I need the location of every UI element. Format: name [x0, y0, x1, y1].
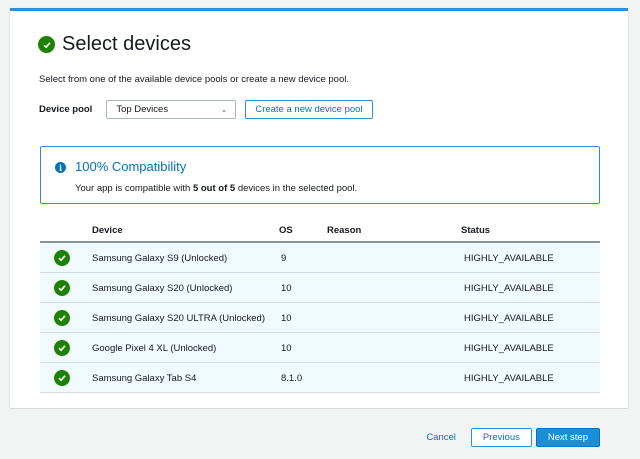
check-circle-icon	[38, 36, 55, 53]
table-row: Samsung Galaxy S20 (Unlocked) 10 HIGHLY_…	[40, 273, 600, 303]
device-os: 10	[281, 313, 292, 324]
column-header-reason[interactable]: Reason	[327, 225, 361, 236]
device-os: 10	[281, 283, 292, 294]
device-name: Samsung Galaxy S20 (Unlocked)	[92, 283, 233, 294]
device-status: HIGHLY_AVAILABLE	[464, 373, 554, 384]
device-name: Google Pixel 4 XL (Unlocked)	[92, 343, 217, 354]
device-os: 10	[281, 343, 292, 354]
column-header-os[interactable]: OS	[279, 225, 293, 236]
device-pool-select[interactable]: Top Devices ⌄	[106, 100, 237, 119]
device-status: HIGHLY_AVAILABLE	[464, 253, 554, 264]
create-device-pool-button[interactable]: Create a new device pool	[245, 100, 373, 119]
check-circle-icon	[54, 280, 70, 296]
check-circle-icon	[54, 370, 70, 386]
table-row: Samsung Galaxy Tab S4 8.1.0 HIGHLY_AVAIL…	[40, 363, 600, 393]
select-devices-panel: Select devices Select from one of the av…	[10, 8, 628, 408]
table-row: Google Pixel 4 XL (Unlocked) 10 HIGHLY_A…	[40, 333, 600, 363]
device-name: Samsung Galaxy S20 ULTRA (Unlocked)	[92, 313, 266, 324]
check-circle-icon	[54, 310, 70, 326]
column-header-device[interactable]: Device	[92, 225, 123, 236]
footer-actions: Cancel Previous Next step	[426, 428, 600, 447]
chevron-down-icon: ⌄	[220, 105, 228, 114]
alert-title: 100% Compatibility	[75, 159, 187, 174]
device-name: Samsung Galaxy Tab S4	[92, 373, 197, 384]
column-header-status[interactable]: Status	[461, 225, 490, 236]
page-header: Select devices	[38, 33, 191, 56]
cancel-button[interactable]: Cancel	[426, 432, 456, 443]
table-header: Device OS Reason Status	[40, 217, 600, 243]
table-row: Samsung Galaxy S20 ULTRA (Unlocked) 10 H…	[40, 303, 600, 333]
alert-text-suffix: devices in the selected pool.	[235, 183, 358, 194]
alert-text-prefix: Your app is compatible with	[75, 183, 193, 194]
page-title: Select devices	[62, 33, 191, 55]
device-status: HIGHLY_AVAILABLE	[464, 343, 554, 354]
device-status: HIGHLY_AVAILABLE	[464, 313, 554, 324]
device-pool-row: Device pool Top Devices ⌄ Create a new d…	[39, 100, 373, 119]
info-icon: i	[55, 162, 66, 173]
check-circle-icon	[54, 250, 70, 266]
device-name: Samsung Galaxy S9 (Unlocked)	[92, 253, 228, 264]
next-step-button[interactable]: Next step	[535, 428, 600, 447]
device-pool-selected-value: Top Devices	[116, 104, 169, 115]
check-circle-icon	[54, 340, 70, 356]
alert-text: Your app is compatible with 5 out of 5 d…	[75, 183, 357, 194]
compatibility-alert: i 100% Compatibility Your app is compati…	[40, 146, 600, 204]
previous-button[interactable]: Previous	[470, 428, 532, 447]
page-description: Select from one of the available device …	[39, 74, 349, 85]
device-pool-label: Device pool	[39, 104, 93, 115]
alert-text-count: 5 out of 5	[192, 183, 236, 194]
device-status: HIGHLY_AVAILABLE	[464, 283, 554, 294]
table-row: Samsung Galaxy S9 (Unlocked) 9 HIGHLY_AV…	[40, 243, 600, 273]
devices-table: Device OS Reason Status Samsung Galaxy S…	[40, 217, 600, 393]
device-os: 9	[281, 253, 287, 264]
wizard-footer: Cancel Previous Next step	[10, 408, 628, 459]
device-os: 8.1.0	[281, 373, 303, 384]
